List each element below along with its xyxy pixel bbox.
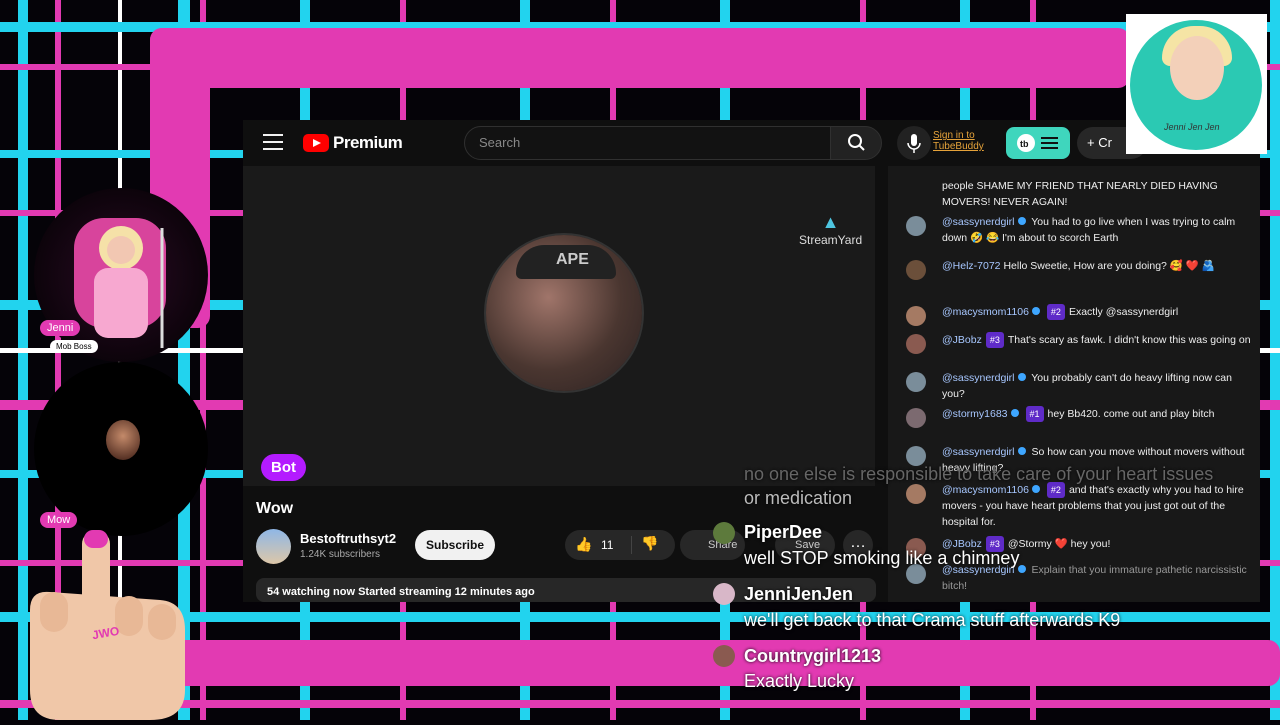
channel-name[interactable]: Bestoftruthsyt2 — [300, 531, 396, 546]
avatar — [906, 408, 926, 428]
subscriber-count: 1.24K subscribers — [300, 549, 381, 560]
avatar — [906, 484, 926, 504]
live-chat-panel: people SHAME MY FRIEND THAT NEARLY DIED … — [888, 166, 1260, 602]
thumbs-up-icon[interactable]: 👍 — [575, 536, 592, 553]
chat-message: @sassynerdgirl You probably can't do hea… — [906, 370, 1251, 402]
chat-text: @Stormy ❤️ hey you! — [1007, 538, 1111, 550]
tubebuddy-signin-link[interactable]: Sign in to TubeBuddy — [933, 130, 993, 152]
bot-badge: Bot — [261, 454, 306, 481]
mic-icon — [907, 134, 921, 153]
rank-badge: #2 — [1046, 304, 1065, 320]
subscribe-button[interactable]: Subscribe — [415, 530, 495, 560]
verified-icon — [1017, 447, 1026, 455]
verified-icon — [1017, 373, 1026, 381]
chat-text: Hello Sweetie, How are you doing? 🥰 ❤️ 🫂 — [1003, 260, 1215, 272]
cap: APE — [516, 245, 616, 279]
faded-comment-line: no one else is responsible to take care … — [744, 464, 1214, 484]
chat-text: people SHAME MY FRIEND THAT NEARLY DIED … — [942, 180, 1218, 208]
chat-message: @JBobz #3 That's scary as fawk. I didn't k… — [906, 332, 1251, 354]
chat-author[interactable]: @JBobz — [942, 334, 982, 346]
commenter-avatar — [713, 645, 735, 667]
verified-icon — [1017, 217, 1026, 225]
top-bar: Premium Search Sign in to TubeBuddy tb +… — [243, 120, 1260, 166]
streamyard-text: StreamYard — [799, 233, 863, 247]
chat-author[interactable]: @sassynerdgirl — [942, 446, 1015, 458]
avatar — [906, 334, 926, 354]
rank-badge: #1 — [1025, 406, 1044, 422]
like-count: 11 — [601, 538, 614, 552]
commenter-name: JenniJenJen — [744, 584, 854, 604]
commenter-avatar — [713, 583, 735, 605]
comment-text: Exactly Lucky — [744, 671, 855, 691]
video-player[interactable]: ▲ StreamYard APE — [243, 166, 875, 486]
video-title: Wow — [256, 500, 294, 517]
chat-message: @stormy1683 #1 hey Bb420. come out and pla… — [906, 406, 1251, 428]
guest-name-tag: Mow — [40, 512, 78, 528]
svg-text:tb: tb — [1020, 139, 1029, 149]
search-icon — [848, 134, 865, 151]
search-input[interactable]: Search — [464, 126, 831, 160]
avatar — [906, 260, 926, 280]
channel-avatar[interactable] — [256, 529, 291, 564]
chat-text: hey Bb420. come out and play bitch — [1047, 408, 1215, 420]
voice-search-button[interactable] — [897, 126, 931, 160]
youtube-logo[interactable]: Premium — [303, 133, 403, 153]
chat-message: @macysmom1106 #2 and that's exactly why yo… — [906, 482, 1251, 530]
commenter-name: PiperDee — [744, 522, 823, 542]
avatar — [906, 306, 926, 326]
chat-message: @sassynerdgirl You had to go live when I… — [906, 214, 1251, 246]
chat-text: That's scary as fawk. I didn't know this… — [1007, 334, 1251, 346]
chat-author[interactable]: @sassynerdgirl — [942, 372, 1015, 384]
cap-text: APE — [556, 251, 589, 268]
chat-author[interactable]: @macysmom1106 — [942, 306, 1029, 318]
guest-cam — [34, 362, 208, 536]
rank-badge: #3 — [985, 332, 1004, 348]
host-name-tag: Jenni — [40, 320, 81, 336]
avatar — [906, 216, 926, 236]
search-button[interactable] — [830, 126, 882, 160]
youtube-play-icon — [303, 134, 329, 152]
tubebuddy-icon: tb — [1017, 134, 1058, 152]
menu-icon[interactable] — [263, 134, 283, 150]
chat-author[interactable]: @Helz-7072 — [942, 260, 1001, 272]
chat-author[interactable]: @sassynerdgirl — [942, 216, 1015, 228]
chat-author[interactable]: @stormy1683 — [942, 408, 1008, 420]
comment-text: we'll get back to that Crama stuff after… — [744, 610, 1121, 630]
like-dislike-bar: 👍 11 👎 — [565, 530, 675, 560]
faded-comment-line: or medication — [744, 488, 853, 508]
chat-text: Exactly @sassynerdgirl — [1068, 306, 1179, 318]
host-role-tag: Mob Boss — [50, 340, 98, 353]
stream-avatar: APE — [486, 235, 642, 391]
chat-author[interactable]: @macysmom1106 — [942, 484, 1029, 496]
thumbs-down-icon[interactable]: 👎 — [641, 535, 658, 552]
commenter-name: Countrygirl1213 — [744, 646, 882, 666]
commenter-avatar — [713, 522, 735, 544]
chat-message: @Helz-7072 Hello Sweetie, How are you do… — [906, 258, 1251, 280]
chat-message: @macysmom1106 #2 Exactly @sassynerdgirl — [906, 304, 1251, 326]
search-placeholder: Search — [479, 135, 521, 150]
verified-icon — [1031, 307, 1040, 315]
streamyard-watermark: ▲ StreamYard — [799, 212, 863, 247]
verified-icon — [1010, 409, 1019, 417]
avatar — [906, 446, 926, 466]
jennijenjen-logo: Jenni Jen Jen — [1126, 14, 1267, 154]
chat-message: people SHAME MY FRIEND THAT NEARLY DIED … — [906, 178, 1251, 210]
middle-finger-graphic: JWO — [10, 530, 200, 720]
verified-icon — [1031, 485, 1040, 493]
avatar — [906, 372, 926, 392]
guest-face — [106, 420, 140, 460]
divider — [631, 536, 632, 554]
comment-text: well STOP smoking like a chimney — [744, 548, 1020, 568]
logo-signature: Jenni Jen Jen — [1164, 122, 1220, 132]
logo-face — [1170, 36, 1224, 100]
tubebuddy-extension-button[interactable]: tb — [1006, 127, 1070, 159]
logo-text: Premium — [333, 133, 403, 152]
